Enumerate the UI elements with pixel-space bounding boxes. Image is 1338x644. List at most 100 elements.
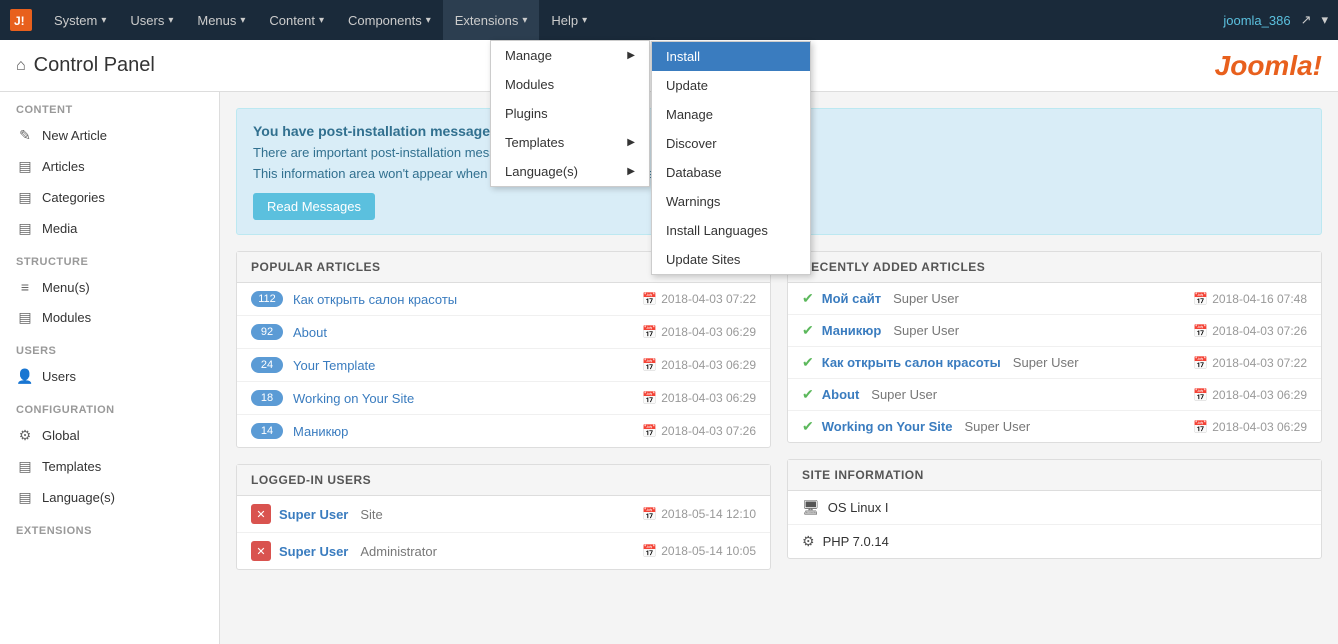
sidebar-section-content: CONTENT bbox=[0, 92, 219, 120]
dropdown-item-languages[interactable]: Language(s) ▶ bbox=[491, 157, 649, 186]
sidebar-item-users[interactable]: 👤 Users bbox=[0, 361, 219, 392]
dropdown-item-plugins[interactable]: Plugins bbox=[491, 99, 649, 128]
nav-item-components[interactable]: Components ▾ bbox=[336, 0, 443, 40]
table-row: ✕ Super User Site 📅 2018-05-14 12:10 bbox=[237, 496, 770, 533]
article-link[interactable]: Your Template bbox=[293, 358, 642, 373]
recent-date: 📅 2018-04-03 06:29 bbox=[1193, 420, 1307, 434]
check-icon: ✔ bbox=[802, 290, 814, 307]
article-link[interactable]: Working on Your Site bbox=[293, 391, 642, 406]
article-count: 18 bbox=[251, 390, 283, 406]
article-link[interactable]: Маникюр bbox=[293, 424, 642, 439]
sidebar-item-media[interactable]: ▤ Media bbox=[0, 213, 219, 244]
nav-item-extensions[interactable]: Extensions ▾ bbox=[443, 0, 540, 40]
install-item-database[interactable]: Database bbox=[652, 158, 810, 187]
install-item-discover[interactable]: Discover bbox=[652, 129, 810, 158]
article-link[interactable]: Как открыть салон красоты bbox=[293, 292, 642, 307]
recent-author: Super User bbox=[893, 291, 959, 306]
nav-item-users[interactable]: Users ▾ bbox=[118, 0, 185, 40]
user-type: Administrator bbox=[360, 544, 437, 559]
article-count: 14 bbox=[251, 423, 283, 439]
recent-date: 📅 2018-04-16 07:48 bbox=[1193, 292, 1307, 306]
chevron-down-icon: ▾ bbox=[168, 15, 173, 26]
sidebar-section-structure: STRUCTURE bbox=[0, 244, 219, 272]
sidebar-item-templates[interactable]: ▤ Templates bbox=[0, 451, 219, 482]
article-date: 📅 2018-04-03 06:29 bbox=[642, 391, 756, 405]
calendar-icon: 📅 bbox=[1193, 356, 1208, 370]
check-icon: ✔ bbox=[802, 418, 814, 435]
sidebar-item-articles[interactable]: ▤ Articles bbox=[0, 151, 219, 182]
logged-in-users-panel: LOGGED-IN USERS ✕ Super User Site 📅 2018… bbox=[236, 464, 771, 570]
table-row: 18 Working on Your Site 📅 2018-04-03 06:… bbox=[237, 382, 770, 415]
install-item-install-languages[interactable]: Install Languages bbox=[652, 216, 810, 245]
nav-item-menus[interactable]: Menus ▾ bbox=[185, 0, 257, 40]
article-link[interactable]: About bbox=[293, 325, 642, 340]
templates-icon: ▤ bbox=[16, 458, 34, 475]
article-count: 92 bbox=[251, 324, 283, 340]
article-count: 112 bbox=[251, 291, 283, 307]
gear-icon: ⚙ bbox=[802, 533, 815, 550]
left-column: POPULAR ARTICLES 112 Как открыть салон к… bbox=[236, 251, 771, 586]
site-info-header: SITE INFORMATION bbox=[788, 460, 1321, 491]
info-text: PHP 7.0.14 bbox=[823, 534, 889, 549]
install-item-warnings[interactable]: Warnings bbox=[652, 187, 810, 216]
calendar-icon: 📅 bbox=[642, 424, 657, 438]
dropdown-item-templates[interactable]: Templates ▶ bbox=[491, 128, 649, 157]
install-item-install[interactable]: Install bbox=[652, 42, 810, 71]
sidebar: CONTENT ✎ New Article ▤ Articles ▤ Categ… bbox=[0, 92, 220, 644]
chevron-down-icon: ▾ bbox=[319, 15, 324, 26]
external-link-icon: ↗ bbox=[1301, 12, 1312, 28]
sidebar-item-categories[interactable]: ▤ Categories bbox=[0, 182, 219, 213]
sidebar-item-new-article[interactable]: ✎ New Article bbox=[0, 120, 219, 151]
table-row: 24 Your Template 📅 2018-04-03 06:29 bbox=[237, 349, 770, 382]
calendar-icon: 📅 bbox=[1193, 324, 1208, 338]
sidebar-item-global[interactable]: ⚙ Global bbox=[0, 420, 219, 451]
user-type: Site bbox=[360, 507, 382, 522]
recent-title: Мой сайт bbox=[822, 291, 881, 306]
calendar-icon: 📅 bbox=[1193, 292, 1208, 306]
install-item-update-sites[interactable]: Update Sites bbox=[652, 245, 810, 274]
users-icon: 👤 bbox=[16, 368, 34, 385]
nav-items: System ▾ Users ▾ Menus ▾ Content ▾ Compo… bbox=[42, 0, 1223, 40]
user-name: Super User bbox=[279, 507, 348, 522]
install-item-update[interactable]: Update bbox=[652, 71, 810, 100]
check-icon: ✔ bbox=[802, 386, 814, 403]
chevron-down-icon: ▾ bbox=[522, 15, 527, 26]
svg-text:J!: J! bbox=[14, 14, 25, 28]
articles-icon: ▤ bbox=[16, 158, 34, 175]
recently-added-panel: RECENTLY ADDED ARTICLES ✔ Мой сайт Super… bbox=[787, 251, 1322, 443]
brand-logo: J! bbox=[10, 9, 32, 31]
check-icon: ✔ bbox=[802, 354, 814, 371]
recent-date: 📅 2018-04-03 07:22 bbox=[1193, 356, 1307, 370]
site-info-panel: SITE INFORMATION 🖥 OS Linux I ⚙ PHP 7.0.… bbox=[787, 459, 1322, 559]
install-item-manage[interactable]: Manage bbox=[652, 100, 810, 129]
sidebar-item-languages[interactable]: ▤ Language(s) bbox=[0, 482, 219, 513]
joomla-logo: Joomla! bbox=[1215, 50, 1322, 82]
nav-item-help[interactable]: Help ▾ bbox=[539, 0, 599, 40]
dropdown-item-modules[interactable]: Modules bbox=[491, 70, 649, 99]
right-column: RECENTLY ADDED ARTICLES ✔ Мой сайт Super… bbox=[787, 251, 1322, 586]
article-date: 📅 2018-04-03 06:29 bbox=[642, 325, 756, 339]
recent-author: Super User bbox=[871, 387, 937, 402]
user-link[interactable]: joomla_386 bbox=[1223, 13, 1290, 28]
list-item: ⚙ PHP 7.0.14 bbox=[788, 525, 1321, 558]
nav-right: joomla_386 ↗ ▾ bbox=[1223, 12, 1328, 28]
dropdown-item-manage[interactable]: Manage ▶ Install Update Manage Discover … bbox=[491, 41, 649, 70]
page-title: Control Panel bbox=[34, 54, 155, 77]
install-submenu: Install Update Manage Discover Database … bbox=[651, 41, 811, 275]
popular-articles-panel: POPULAR ARTICLES 112 Как открыть салон к… bbox=[236, 251, 771, 448]
read-messages-button[interactable]: Read Messages bbox=[253, 193, 375, 220]
logged-in-body: ✕ Super User Site 📅 2018-05-14 12:10 ✕ S… bbox=[237, 496, 770, 569]
media-icon: ▤ bbox=[16, 220, 34, 237]
nav-item-content[interactable]: Content ▾ bbox=[257, 0, 336, 40]
monitor-icon: 🖥 bbox=[802, 499, 820, 516]
table-row: 92 About 📅 2018-04-03 06:29 bbox=[237, 316, 770, 349]
sidebar-item-menus[interactable]: ≡ Menu(s) bbox=[0, 272, 219, 302]
chevron-down-icon: ▾ bbox=[582, 15, 587, 26]
recent-date: 📅 2018-04-03 06:29 bbox=[1193, 388, 1307, 402]
site-info-body: 🖥 OS Linux I ⚙ PHP 7.0.14 bbox=[788, 491, 1321, 558]
nav-item-system[interactable]: System ▾ bbox=[42, 0, 118, 40]
table-row: ✔ Как открыть салон красоты Super User 📅… bbox=[788, 347, 1321, 379]
user-date: 📅 2018-05-14 10:05 bbox=[642, 544, 756, 558]
sidebar-item-modules[interactable]: ▤ Modules bbox=[0, 302, 219, 333]
article-date: 📅 2018-04-03 06:29 bbox=[642, 358, 756, 372]
